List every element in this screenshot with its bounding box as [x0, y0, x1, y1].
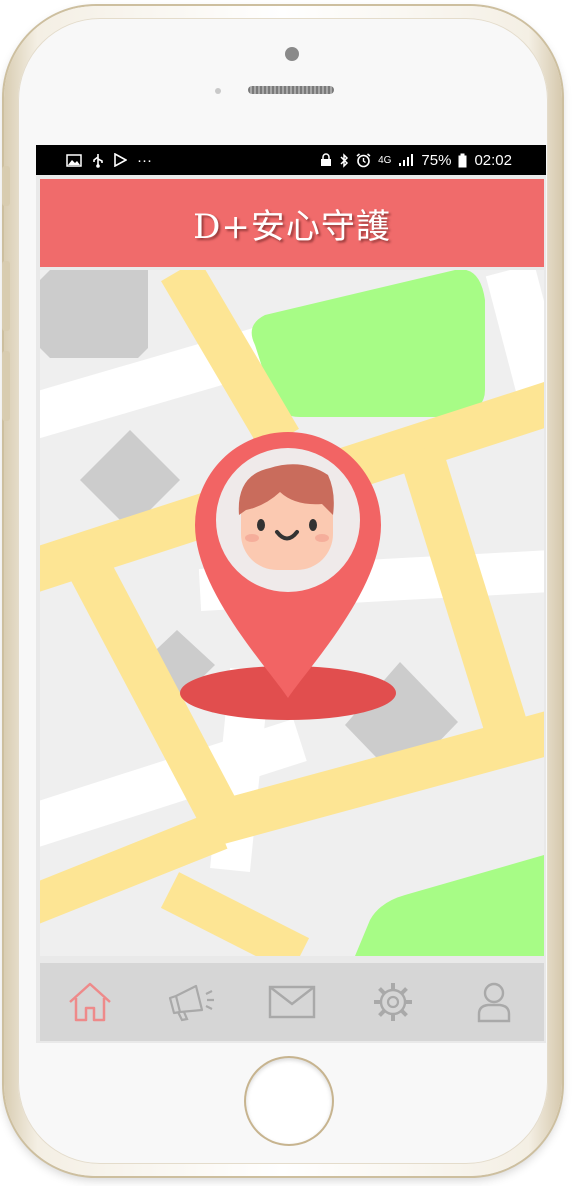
nav-messages[interactable]	[262, 972, 322, 1032]
battery-icon	[458, 153, 467, 167]
proximity-sensor	[215, 88, 221, 94]
child-avatar-icon	[238, 464, 334, 570]
battery-percent: 75%	[421, 151, 452, 169]
volume-down-button	[2, 351, 10, 421]
bottom-navigation	[40, 963, 544, 1041]
app-title: D+安心守護	[193, 206, 391, 247]
phone-screen: ··· 4G 75% 02:02 D+安心守護	[36, 145, 546, 1043]
play-store-icon	[114, 153, 127, 167]
alarm-icon	[356, 152, 371, 167]
map-building	[40, 270, 148, 358]
mute-switch	[2, 166, 10, 206]
lock-icon	[321, 153, 332, 166]
clock: 02:02	[474, 151, 512, 169]
image-notification-icon	[66, 153, 82, 167]
status-bar: ··· 4G 75% 02:02	[36, 145, 546, 175]
nav-home[interactable]	[60, 972, 120, 1032]
app-header: D+安心守護	[40, 179, 544, 267]
more-notifications-indicator: ···	[137, 151, 152, 169]
nav-settings[interactable]	[363, 972, 423, 1032]
bluetooth-icon	[340, 152, 349, 168]
front-camera	[285, 47, 299, 61]
user-icon	[477, 982, 510, 1023]
network-type-label: 4G	[378, 154, 392, 166]
location-map[interactable]	[40, 270, 544, 956]
home-icon	[69, 982, 112, 1022]
volume-up-button	[2, 261, 10, 331]
signal-strength-icon	[399, 154, 414, 166]
nav-profile[interactable]	[464, 972, 524, 1032]
phone-home-button[interactable]	[246, 1058, 332, 1144]
usb-debug-icon	[93, 153, 103, 168]
envelope-icon	[268, 985, 316, 1019]
nav-announcements[interactable]	[161, 972, 221, 1032]
earpiece-speaker	[248, 86, 334, 94]
megaphone-icon	[169, 984, 215, 1022]
map-illustration	[40, 270, 544, 956]
gear-icon	[373, 983, 412, 1021]
